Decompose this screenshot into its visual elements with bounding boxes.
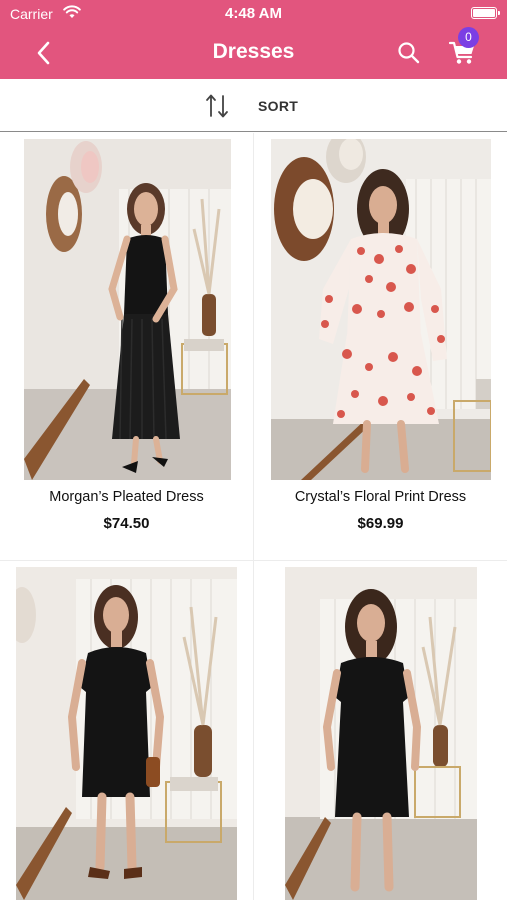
sort-button[interactable]: SORT: [204, 91, 314, 121]
search-icon: [398, 42, 420, 64]
search-button[interactable]: [396, 40, 422, 66]
product-image[interactable]: [16, 567, 237, 900]
product-card[interactable]: Morgan’s Pleated Dress $74.50: [0, 133, 253, 560]
product-price: $74.50: [103, 515, 150, 532]
product-price: $69.99: [357, 515, 404, 532]
app-header: Carrier 4:48 AM Dresses 0: [0, 0, 507, 79]
sort-label: SORT: [258, 98, 299, 114]
product-card[interactable]: [0, 561, 253, 900]
status-time: 4:48 AM: [225, 5, 282, 22]
status-bar: Carrier 4:48 AM: [0, 0, 507, 28]
product-image[interactable]: [271, 139, 491, 480]
product-name: Morgan’s Pleated Dress: [49, 489, 204, 505]
product-name: Crystal’s Floral Print Dress: [294, 489, 467, 505]
product-card[interactable]: Crystal’s Floral Print Dress $69.99: [254, 133, 507, 560]
page-title: Dresses: [212, 40, 295, 63]
sort-toolbar: SORT: [0, 79, 507, 132]
product-image[interactable]: [285, 567, 477, 900]
sort-arrows-icon: [206, 94, 228, 118]
cart-count-badge: 0: [458, 27, 479, 48]
product-card[interactable]: [254, 561, 507, 900]
product-image[interactable]: [24, 139, 231, 480]
battery-icon: [471, 7, 500, 19]
product-grid: Morgan’s Pleated Dress $74.50 Crystal’s …: [0, 133, 507, 900]
